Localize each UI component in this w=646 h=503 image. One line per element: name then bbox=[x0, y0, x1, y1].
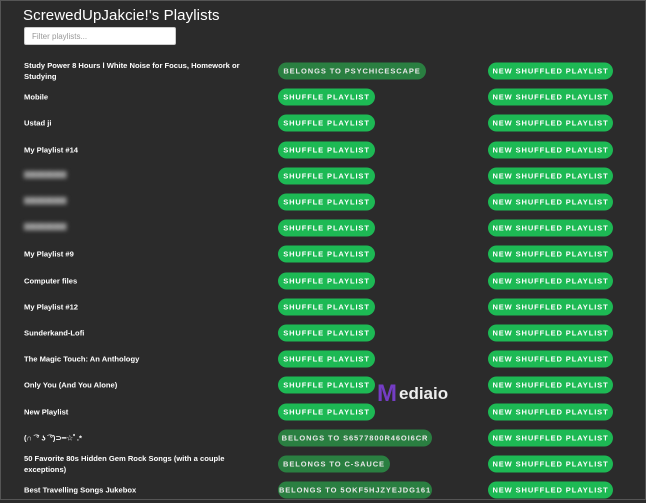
playlist-row: Computer files SHUFFLE PLAYLIST NEW SHUFFL… bbox=[1, 268, 646, 294]
new-shuffled-playlist-button[interactable]: NEW SHUFFLED PLAYLIST bbox=[488, 245, 613, 263]
playlist-row: 50 Favorite 80s Hidden Gem Rock Songs (w… bbox=[1, 451, 646, 477]
playlist-name: ██████████ bbox=[24, 198, 67, 205]
new-shuffled-playlist-button[interactable]: NEW SHUFFLED PLAYLIST bbox=[488, 350, 613, 368]
shuffle-playlist-button[interactable]: SHUFFLE PLAYLIST bbox=[278, 141, 375, 159]
playlist-name: Mobile bbox=[24, 92, 49, 102]
playlist-name: New Playlist bbox=[24, 407, 69, 417]
playlist-name: Study Power 8 Hours l White Noise for Fo… bbox=[24, 61, 240, 82]
playlist-row: (∩ ͡ ° ʖ ͡ °)⊃━☆ﾟ.* BELONGS TO S6577800R4… bbox=[1, 425, 646, 451]
new-shuffled-playlist-button[interactable]: NEW SHUFFLED PLAYLIST bbox=[488, 114, 613, 132]
playlist-row: New Playlist SHUFFLE PLAYLIST NEW SHUFFLED… bbox=[1, 398, 646, 424]
watermark: M ediaio bbox=[377, 380, 448, 408]
page-title: ScrewedUpJakcie!'s Playlists bbox=[23, 7, 220, 24]
shuffle-playlist-button[interactable]: SHUFFLE PLAYLIST bbox=[278, 245, 375, 263]
new-shuffled-playlist-button[interactable]: NEW SHUFFLED PLAYLIST bbox=[488, 324, 613, 342]
playlist-row: ██████████ SHUFFLE PLAYLIST NEW SHUFFLED P… bbox=[1, 215, 646, 241]
playlist-name: (∩ ͡ ° ʖ ͡ °)⊃━☆ﾟ.* bbox=[24, 433, 82, 443]
new-shuffled-playlist-button[interactable]: NEW SHUFFLED PLAYLIST bbox=[488, 193, 613, 211]
new-shuffled-playlist-button[interactable]: NEW SHUFFLED PLAYLIST bbox=[488, 481, 613, 499]
new-shuffled-playlist-button[interactable]: NEW SHUFFLED PLAYLIST bbox=[488, 272, 613, 290]
new-shuffled-playlist-button[interactable]: NEW SHUFFLED PLAYLIST bbox=[488, 376, 613, 394]
shuffle-playlist-button[interactable]: SHUFFLE PLAYLIST bbox=[278, 88, 375, 106]
playlist-name: Ustad ji bbox=[24, 118, 52, 128]
playlist-name: The Magic Touch: An Anthology bbox=[24, 354, 140, 364]
new-shuffled-playlist-button[interactable]: NEW SHUFFLED PLAYLIST bbox=[488, 167, 613, 185]
new-shuffled-playlist-button[interactable]: NEW SHUFFLED PLAYLIST bbox=[488, 403, 613, 421]
playlist-name: Only You (And You Alone) bbox=[24, 380, 118, 390]
new-shuffled-playlist-button[interactable]: NEW SHUFFLED PLAYLIST bbox=[488, 298, 613, 316]
belongs-to-owner-button: BELONGS TO C-SAUCE bbox=[278, 455, 390, 473]
playlist-row: Only You (And You Alone) SHUFFLE PLAYLIST… bbox=[1, 372, 646, 398]
playlist-list: Study Power 8 Hours l White Noise for Fo… bbox=[1, 58, 646, 503]
shuffle-playlist-button[interactable]: SHUFFLE PLAYLIST bbox=[278, 272, 375, 290]
playlist-row: My Playlist #9 SHUFFLE PLAYLIST NEW SHUFFL… bbox=[1, 241, 646, 267]
new-shuffled-playlist-button[interactable]: NEW SHUFFLED PLAYLIST bbox=[488, 141, 613, 159]
playlist-name: Computer files bbox=[24, 276, 78, 286]
playlist-row: My Playlist #12 SHUFFLE PLAYLIST NEW SHUFF… bbox=[1, 294, 646, 320]
new-shuffled-playlist-button[interactable]: NEW SHUFFLED PLAYLIST bbox=[488, 455, 613, 473]
playlist-row: ██████████ SHUFFLE PLAYLIST NEW SHUFFLED P… bbox=[1, 189, 646, 215]
new-shuffled-playlist-button[interactable]: NEW SHUFFLED PLAYLIST bbox=[488, 429, 613, 447]
shuffle-playlist-button[interactable]: SHUFFLE PLAYLIST bbox=[278, 114, 375, 132]
playlist-row: My Playlist #14 SHUFFLE PLAYLIST NEW SHUFF… bbox=[1, 137, 646, 163]
belongs-to-owner-button: BELONGS TO PSYCHICESCAPE bbox=[278, 62, 426, 80]
shuffle-playlist-button[interactable]: SHUFFLE PLAYLIST bbox=[278, 219, 375, 237]
shuffle-playlist-button[interactable]: SHUFFLE PLAYLIST bbox=[278, 167, 375, 185]
playlist-name: My Playlist #14 bbox=[24, 145, 79, 155]
playlist-name: My Playlist #9 bbox=[24, 249, 74, 259]
playlist-row: ██████████ SHUFFLE PLAYLIST NEW SHUFFLED P… bbox=[1, 163, 646, 189]
playlist-name: Best Travelling Songs Jukebox bbox=[24, 485, 137, 495]
playlist-name: ██████████ bbox=[24, 172, 67, 179]
filter-playlists-input[interactable] bbox=[24, 27, 176, 45]
new-shuffled-playlist-button[interactable]: NEW SHUFFLED PLAYLIST bbox=[488, 62, 613, 80]
shuffle-playlist-button[interactable]: SHUFFLE PLAYLIST bbox=[278, 193, 375, 211]
new-shuffled-playlist-button[interactable]: NEW SHUFFLED PLAYLIST bbox=[488, 88, 613, 106]
belongs-to-owner-button: BELONGS TO S6577800R46OI6CR bbox=[278, 429, 432, 447]
shuffle-playlist-button[interactable]: SHUFFLE PLAYLIST bbox=[278, 350, 375, 368]
watermark-text: ediaio bbox=[399, 384, 449, 403]
playlist-name: ██████████ bbox=[24, 224, 67, 231]
shuffle-playlist-button[interactable]: SHUFFLE PLAYLIST bbox=[278, 324, 375, 342]
shuffle-playlist-button[interactable]: SHUFFLE PLAYLIST bbox=[278, 298, 375, 316]
playlist-name: My Playlist #12 bbox=[24, 302, 79, 312]
playlist-row: Ustad ji SHUFFLE PLAYLIST NEW SHUFFLED PLA… bbox=[1, 110, 646, 136]
watermark-logo: M bbox=[377, 380, 397, 407]
header: ScrewedUpJakcie!'s Playlists bbox=[23, 7, 220, 24]
playlist-row: Best Travelling Songs Jukebox BELONGS TO … bbox=[1, 477, 646, 503]
belongs-to-owner-button: BELONGS TO 5OKF5HJZYEJDG161 bbox=[278, 481, 432, 499]
playlist-name: Sunderkand-Lofi bbox=[24, 328, 85, 338]
shuffle-playlist-button[interactable]: SHUFFLE PLAYLIST bbox=[278, 403, 375, 421]
playlist-row: Study Power 8 Hours l White Noise for Fo… bbox=[1, 58, 646, 84]
shuffle-playlist-button[interactable]: SHUFFLE PLAYLIST bbox=[278, 376, 375, 394]
playlist-row: Sunderkand-Lofi SHUFFLE PLAYLIST NEW SHUFF… bbox=[1, 320, 646, 346]
new-shuffled-playlist-button[interactable]: NEW SHUFFLED PLAYLIST bbox=[488, 219, 613, 237]
playlist-row: Mobile SHUFFLE PLAYLIST NEW SHUFFLED PLAYL… bbox=[1, 84, 646, 110]
playlist-row: The Magic Touch: An Anthology SHUFFLE PLA… bbox=[1, 346, 646, 372]
playlist-name: 50 Favorite 80s Hidden Gem Rock Songs (w… bbox=[24, 453, 225, 474]
